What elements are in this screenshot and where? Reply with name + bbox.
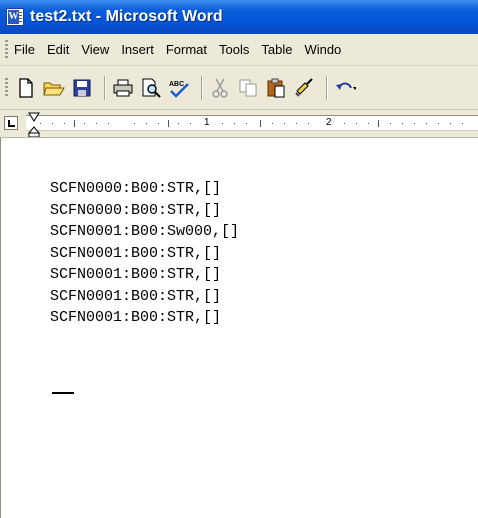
ruler-strip: 1 2 [26,115,478,131]
undo-icon [336,82,356,90]
menu-bar: File Edit View Insert Format Tools Table… [0,34,478,66]
tab-stop-selector-icon[interactable] [4,116,18,130]
window-title: test2.txt - Microsoft Word [30,8,223,25]
menu-tools[interactable]: Tools [219,42,249,57]
new-document-button[interactable] [14,76,38,100]
print-icon [113,79,133,96]
document-line: SCFN0000:B00:STR,[] [50,201,222,219]
save-button[interactable] [70,76,94,100]
copy-icon [239,79,257,96]
paste-icon [267,78,285,97]
toolbar-separator [326,75,327,100]
toolbar-separator [201,75,202,100]
document-line: SCFN0001:B00:STR,[] [50,309,222,326]
save-icon [73,79,91,96]
copy-button[interactable] [236,76,260,100]
title-bar[interactable]: W test2.txt - Microsoft Word [0,0,478,34]
menu-view[interactable]: View [81,42,109,57]
cut-icon [212,78,228,98]
standard-toolbar: ABC [0,66,478,110]
word-document-icon[interactable]: W [6,8,24,26]
document-line: SCFN0001:B00:STR,[] [50,287,222,305]
menu-format[interactable]: Format [166,42,207,57]
toolbar-grip-handle[interactable] [5,77,8,98]
menu-window[interactable]: Windo [304,42,341,57]
print-button[interactable] [111,76,135,100]
menu-table[interactable]: Table [261,42,292,57]
toolbar-separator [104,75,105,100]
document-line: SCFN0001:B00:STR,[] [50,244,222,262]
menu-insert[interactable]: Insert [121,42,154,57]
undo-button[interactable] [333,76,357,100]
paste-button[interactable] [264,76,288,100]
menu-edit[interactable]: Edit [47,42,69,57]
open-folder-icon [43,82,65,95]
cut-button[interactable] [208,76,232,100]
svg-text:ABC: ABC [169,81,184,88]
format-painter-icon [295,77,313,97]
menu-file[interactable]: File [14,42,35,57]
document-line: SCFN0000:B00:STR,[] [50,180,222,197]
menu-grip-handle[interactable] [5,39,8,60]
ruler-number: 1 [204,117,210,128]
open-button[interactable] [42,76,66,100]
new-document-icon [19,77,33,98]
spelling-button[interactable]: ABC [167,76,191,100]
document-text[interactable]: SCFN0000:B00:STR,[] SCFN0000:B00:STR,[] … [50,178,239,329]
document-line: SCFN0001:B00:Sw000,[] [50,223,240,240]
format-painter-button[interactable] [292,76,316,100]
print-preview-icon [142,78,161,98]
page-left-edge [0,138,1,518]
ruler-number: 2 [326,117,332,128]
document-line: SCFN0001:B00:STR,[] [50,266,222,283]
spelling-icon: ABC [169,81,189,98]
first-line-indent-marker-icon[interactable] [28,112,40,122]
end-of-document-marker [52,392,74,394]
hanging-indent-marker-icon[interactable] [28,126,40,138]
horizontal-ruler[interactable]: 1 2 [0,110,478,138]
document-area[interactable]: SCFN0000:B00:STR,[] SCFN0000:B00:STR,[] … [0,138,478,518]
print-preview-button[interactable] [139,76,163,100]
